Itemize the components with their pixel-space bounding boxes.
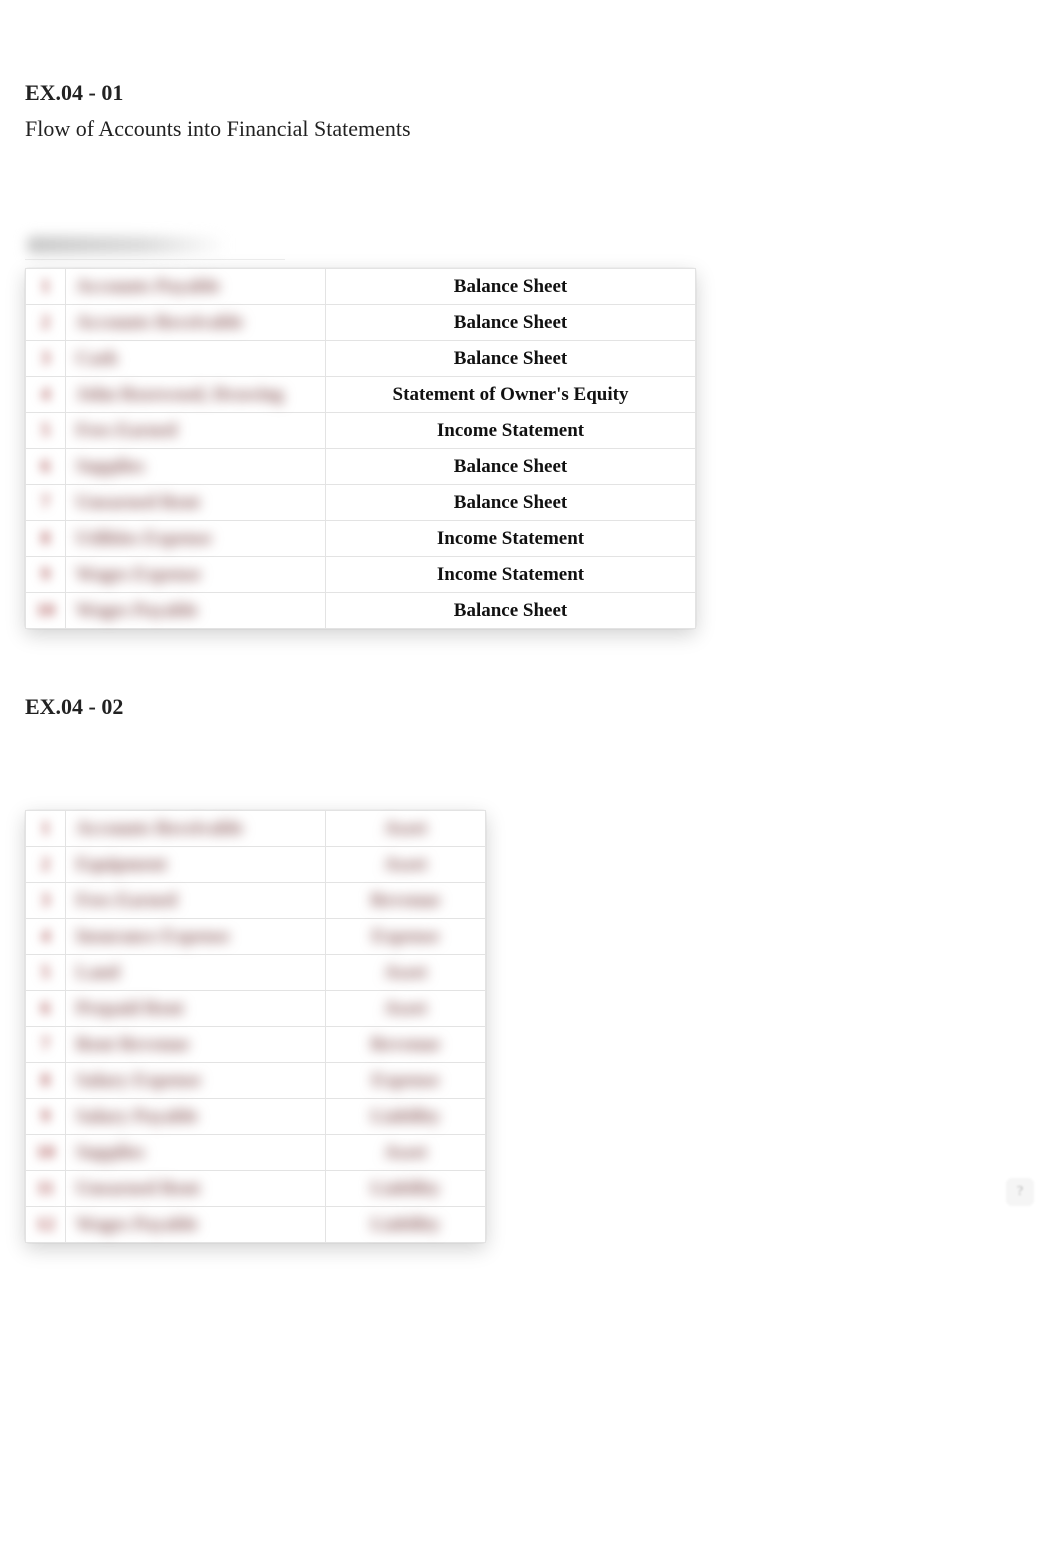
financial-statement: Statement of Owner's Equity	[326, 377, 696, 413]
financial-statement: Income Statement	[326, 557, 696, 593]
account-name: Accounts Receivable	[66, 305, 326, 341]
financial-statement: Balance Sheet	[326, 341, 696, 377]
table-row: 6Prepaid RentAsset	[26, 991, 486, 1027]
account-name: Rent Revenue	[66, 1027, 326, 1063]
row-number: 12	[26, 1207, 66, 1243]
table-row: 4John Rosewood, DrawingStatement of Owne…	[26, 377, 696, 413]
table-row: 3Fees EarnedRevenue	[26, 883, 486, 919]
account-classification: Asset	[326, 955, 486, 991]
ex1-subtitle: Flow of Accounts into Financial Statemen…	[25, 116, 1037, 142]
row-number: 1	[26, 811, 66, 847]
account-name: Fees Earned	[66, 413, 326, 449]
table-row: 7Rent RevenueRevenue	[26, 1027, 486, 1063]
account-name: Utilities Expense	[66, 521, 326, 557]
help-badge-icon[interactable]: ?	[1006, 1178, 1034, 1206]
row-number: 9	[26, 557, 66, 593]
table-row: 4Insurance ExpenseExpense	[26, 919, 486, 955]
ex2-table: 1Accounts ReceivableAsset2EquipmentAsset…	[25, 810, 486, 1243]
ex1-table: 1Accounts PayableBalance Sheet2Accounts …	[25, 268, 696, 629]
account-name: Fees Earned	[66, 883, 326, 919]
ex1-blurred-column-header	[25, 232, 285, 260]
row-number: 5	[26, 413, 66, 449]
table-row: 7Unearned RentBalance Sheet	[26, 485, 696, 521]
row-number: 7	[26, 485, 66, 521]
financial-statement: Balance Sheet	[326, 449, 696, 485]
row-number: 7	[26, 1027, 66, 1063]
table-row: 10Wages PayableBalance Sheet	[26, 593, 696, 629]
account-classification: Asset	[326, 847, 486, 883]
row-number: 8	[26, 521, 66, 557]
table-row: 1Accounts ReceivableAsset	[26, 811, 486, 847]
table-row: 12Wages PayableLiability	[26, 1207, 486, 1243]
row-number: 2	[26, 305, 66, 341]
row-number: 10	[26, 593, 66, 629]
account-classification: Revenue	[326, 1027, 486, 1063]
account-name: Wages Payable	[66, 593, 326, 629]
row-number: 10	[26, 1135, 66, 1171]
financial-statement: Income Statement	[326, 413, 696, 449]
financial-statement: Income Statement	[326, 521, 696, 557]
account-name: Equipment	[66, 847, 326, 883]
table-row: 9Salary PayableLiability	[26, 1099, 486, 1135]
row-number: 9	[26, 1099, 66, 1135]
account-name: Wages Expense	[66, 557, 326, 593]
financial-statement: Balance Sheet	[326, 593, 696, 629]
account-classification: Revenue	[326, 883, 486, 919]
table-row: 10SuppliesAsset	[26, 1135, 486, 1171]
row-number: 2	[26, 847, 66, 883]
row-number: 11	[26, 1171, 66, 1207]
account-name: Wages Payable	[66, 1207, 326, 1243]
table-row: 8Salary ExpenseExpense	[26, 1063, 486, 1099]
row-number: 4	[26, 377, 66, 413]
financial-statement: Balance Sheet	[326, 269, 696, 305]
account-classification: Asset	[326, 991, 486, 1027]
ex1-title: EX.04 - 01	[25, 80, 1037, 106]
exercise-2: EX.04 - 02 1Accounts ReceivableAsset2Equ…	[25, 694, 1037, 1308]
table-row: 1Accounts PayableBalance Sheet	[26, 269, 696, 305]
account-name: Land	[66, 955, 326, 991]
row-number: 3	[26, 341, 66, 377]
account-name: Supplies	[66, 449, 326, 485]
ex1-table-wrap: 1Accounts PayableBalance Sheet2Accounts …	[25, 268, 696, 629]
account-name: Prepaid Rent	[66, 991, 326, 1027]
row-number: 1	[26, 269, 66, 305]
account-name: Salary Expense	[66, 1063, 326, 1099]
account-classification: Liability	[326, 1099, 486, 1135]
row-number: 6	[26, 449, 66, 485]
table-row: 11Unearned RentLiability	[26, 1171, 486, 1207]
row-number: 6	[26, 991, 66, 1027]
account-classification: Asset	[326, 1135, 486, 1171]
account-classification: Liability	[326, 1171, 486, 1207]
table-row: 3CashBalance Sheet	[26, 341, 696, 377]
financial-statement: Balance Sheet	[326, 485, 696, 521]
table-row: 5Fees EarnedIncome Statement	[26, 413, 696, 449]
account-classification: Expense	[326, 1063, 486, 1099]
row-number: 4	[26, 919, 66, 955]
account-name: Insurance Expense	[66, 919, 326, 955]
row-number: 8	[26, 1063, 66, 1099]
table-row: 6SuppliesBalance Sheet	[26, 449, 696, 485]
account-name: Unearned Rent	[66, 485, 326, 521]
account-name: Supplies	[66, 1135, 326, 1171]
table-row: 8Utilities ExpenseIncome Statement	[26, 521, 696, 557]
ex2-table-wrap: 1Accounts ReceivableAsset2EquipmentAsset…	[25, 810, 486, 1243]
account-name: John Rosewood, Drawing	[66, 377, 326, 413]
account-classification: Expense	[326, 919, 486, 955]
financial-statement: Balance Sheet	[326, 305, 696, 341]
account-name: Salary Payable	[66, 1099, 326, 1135]
row-number: 3	[26, 883, 66, 919]
ex2-title: EX.04 - 02	[25, 694, 1037, 720]
account-name: Unearned Rent	[66, 1171, 326, 1207]
account-classification: Asset	[326, 811, 486, 847]
table-row: 2EquipmentAsset	[26, 847, 486, 883]
table-row: 9Wages ExpenseIncome Statement	[26, 557, 696, 593]
account-name: Accounts Payable	[66, 269, 326, 305]
exercise-1: EX.04 - 01 Flow of Accounts into Financi…	[25, 80, 1037, 694]
table-row: 2Accounts ReceivableBalance Sheet	[26, 305, 696, 341]
account-classification: Liability	[326, 1207, 486, 1243]
table-row: 5LandAsset	[26, 955, 486, 991]
row-number: 5	[26, 955, 66, 991]
account-name: Accounts Receivable	[66, 811, 326, 847]
account-name: Cash	[66, 341, 326, 377]
